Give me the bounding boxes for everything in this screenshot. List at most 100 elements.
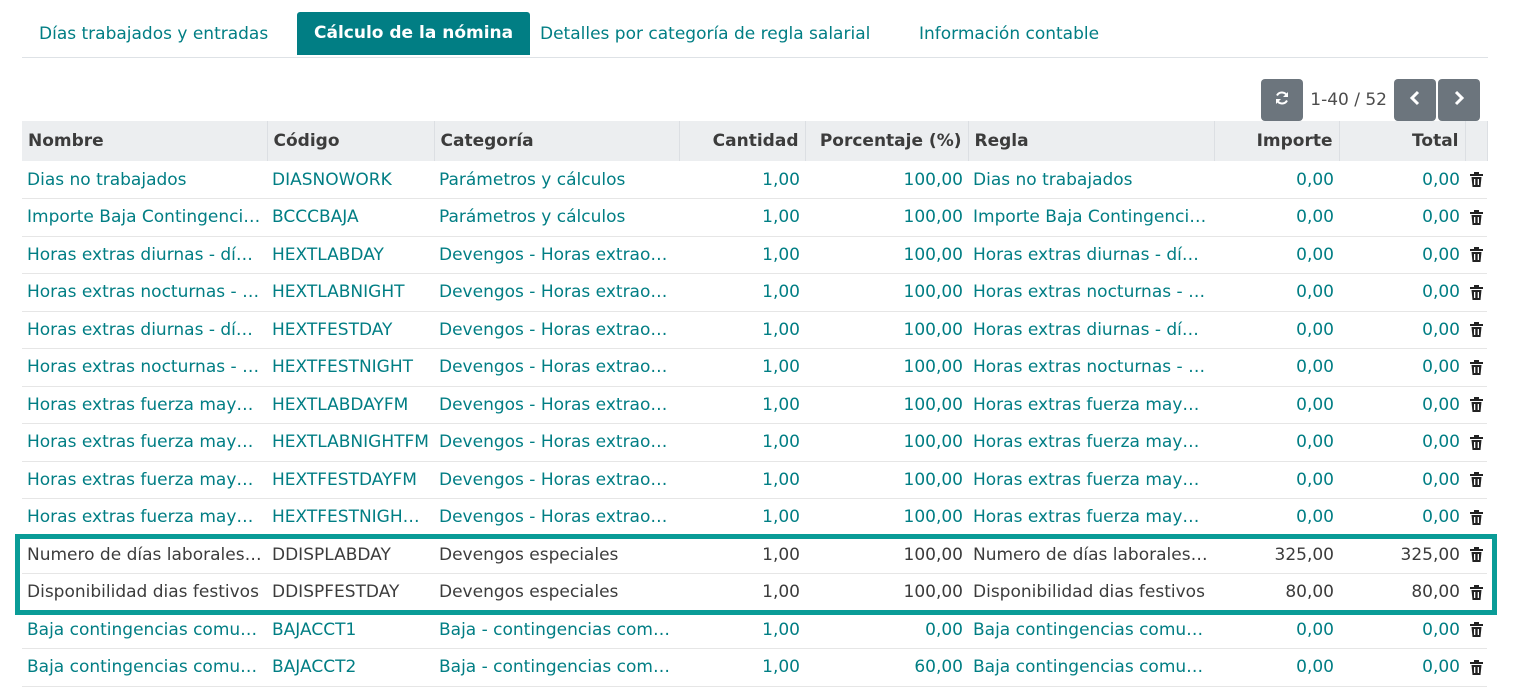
cell-codigo[interactable]: HEXTFESTDAYFM [267,461,434,499]
table-row[interactable]: Importe Baja Contingencias ComunesBCCCBA… [22,198,1487,237]
cell-cantidad[interactable]: 1,00 [679,273,805,312]
cell-importe[interactable]: 80,00 [1214,573,1339,612]
pager-value[interactable]: 1-40 / 52 [1310,90,1387,110]
cell-nombre[interactable]: Horas extras diurnas - días laborales [22,236,267,274]
cell-porcentaje[interactable]: 100,00 [805,536,968,574]
cell-total[interactable]: 0,00 [1339,498,1465,537]
cell-codigo[interactable]: HEXTFESTDAY [267,311,434,349]
cell-codigo[interactable]: DDISPLABDAY [267,536,434,574]
cell-porcentaje[interactable]: 100,00 [805,236,968,274]
cell-cantidad[interactable]: 1,00 [679,161,805,199]
delete-row-button[interactable] [1465,611,1487,649]
table-row[interactable]: Horas extras fuerza mayor nocturnas labo… [22,423,1487,462]
delete-row-button[interactable] [1465,161,1487,199]
column-header-cantidad[interactable]: Cantidad [679,121,806,161]
cell-regla[interactable]: Horas extras fuerza mayor nocturnas fest… [968,498,1214,537]
cell-porcentaje[interactable]: 100,00 [805,461,968,499]
cell-codigo[interactable]: HEXTLABNIGHT [267,273,434,312]
cell-cantidad[interactable]: 1,00 [679,536,805,574]
cell-regla[interactable]: Horas extras diurnas - días festivos [968,311,1214,349]
cell-regla[interactable]: Numero de días laborales disponibles [968,536,1214,574]
cell-categoria[interactable]: Devengos - Horas extraordinarias [434,423,679,462]
cell-regla[interactable]: Horas extras nocturnas - días laborales [968,273,1214,312]
table-row[interactable]: Horas extras fuerza mayor diurnas labora… [22,386,1487,424]
cell-regla[interactable]: Baja contingencias comunes 1 [968,611,1214,649]
delete-row-button[interactable] [1465,648,1487,687]
cell-nombre[interactable]: Importe Baja Contingencias Comunes [22,198,267,237]
column-header-codigo[interactable]: Código [267,121,435,161]
cell-importe[interactable]: 0,00 [1214,273,1339,312]
tab-informacion-contable[interactable]: Información contable [902,12,1116,56]
table-row[interactable]: Horas extras diurnas - días festivosHEXT… [22,311,1487,349]
cell-total[interactable]: 0,00 [1339,461,1465,499]
cell-porcentaje[interactable]: 0,00 [805,611,968,649]
previous-page-button[interactable] [1394,79,1436,121]
cell-importe[interactable]: 0,00 [1214,236,1339,274]
delete-row-button[interactable] [1465,573,1487,612]
cell-categoria[interactable]: Devengos - Horas extraordinarias [434,461,679,499]
cell-porcentaje[interactable]: 100,00 [805,161,968,199]
cell-cantidad[interactable]: 1,00 [679,348,805,387]
column-header-porcentaje[interactable]: Porcentaje (%) [805,121,969,161]
cell-importe[interactable]: 0,00 [1214,198,1339,237]
column-header-regla[interactable]: Regla [968,121,1215,161]
cell-importe[interactable]: 0,00 [1214,311,1339,349]
cell-cantidad[interactable]: 1,00 [679,386,805,424]
cell-porcentaje[interactable]: 100,00 [805,311,968,349]
cell-importe[interactable]: 0,00 [1214,498,1339,537]
cell-cantidad[interactable]: 1,00 [679,611,805,649]
cell-nombre[interactable]: Horas extras nocturnas - días laborales [22,273,267,312]
column-header-importe[interactable]: Importe [1214,121,1340,161]
delete-row-button[interactable] [1465,311,1487,349]
cell-regla[interactable]: Disponibilidad dias festivos [968,573,1214,612]
cell-nombre[interactable]: Disponibilidad dias festivos [22,573,267,612]
cell-importe[interactable]: 0,00 [1214,423,1339,462]
cell-porcentaje[interactable]: 100,00 [805,423,968,462]
cell-regla[interactable]: Importe Baja Contingencias Comunes [968,198,1214,237]
table-row[interactable]: Horas extras fuerza mayor nocturnas fest… [22,498,1487,537]
cell-categoria[interactable]: Devengos especiales [434,573,679,612]
column-header-nombre[interactable]: Nombre [22,121,268,161]
delete-row-button[interactable] [1465,273,1487,312]
table-row[interactable]: Baja contingencias comunes 2 BAJACCT2 Baja… [22,648,1487,687]
cell-total[interactable]: 0,00 [1339,648,1465,687]
cell-codigo[interactable]: HEXTLABNIGHTFM [267,423,434,462]
cell-importe[interactable]: 0,00 [1214,161,1339,199]
cell-cantidad[interactable]: 1,00 [679,648,805,687]
cell-total[interactable]: 0,00 [1339,236,1465,274]
cell-codigo[interactable]: DDISPFESTDAY [267,573,434,612]
cell-total[interactable]: 325,00 [1339,536,1465,574]
cell-nombre[interactable]: Horas extras fuerza mayor diurnas labora… [22,386,267,424]
cell-total[interactable]: 0,00 [1339,311,1465,349]
cell-regla[interactable]: Horas extras diurnas - días laborales [968,236,1214,274]
cell-categoria[interactable]: Devengos - Horas extraordinarias [434,498,679,537]
cell-categoria[interactable]: Devengos - Horas extraordinarias [434,311,679,349]
next-page-button[interactable] [1438,79,1480,121]
cell-cantidad[interactable]: 1,00 [679,423,805,462]
delete-row-button[interactable] [1465,348,1487,387]
cell-porcentaje[interactable]: 100,00 [805,348,968,387]
cell-total[interactable]: 0,00 [1339,273,1465,312]
cell-nombre[interactable]: Horas extras fuerza mayor nocturnas fest… [22,498,267,537]
cell-porcentaje[interactable]: 100,00 [805,273,968,312]
cell-cantidad[interactable]: 1,00 [679,198,805,237]
cell-categoria[interactable]: Devengos - Horas extraordinarias [434,386,679,424]
cell-total[interactable]: 0,00 [1339,611,1465,649]
cell-nombre[interactable]: Horas extras diurnas - días festivos [22,311,267,349]
cell-codigo[interactable]: BCCCBAJA [267,198,434,237]
cell-nombre[interactable]: Baja contingencias comunes 2 [22,648,267,687]
cell-porcentaje[interactable]: 100,00 [805,498,968,537]
delete-row-button[interactable] [1465,423,1487,462]
cell-categoria[interactable]: Parámetros y cálculos [434,161,679,199]
cell-regla[interactable]: Horas extras fuerza mayor diurnas festiv… [968,461,1214,499]
cell-importe[interactable]: 325,00 [1214,536,1339,574]
cell-total[interactable]: 0,00 [1339,161,1465,199]
cell-codigo[interactable]: BAJACCT1 [267,611,434,649]
cell-categoria[interactable]: Devengos - Horas extraordinarias [434,236,679,274]
cell-nombre[interactable]: Horas extras fuerza mayor nocturnas labo… [22,423,267,462]
cell-porcentaje[interactable]: 100,00 [805,198,968,237]
cell-nombre[interactable]: Numero de días laborales disponibles [22,536,267,574]
cell-codigo[interactable]: DIASNOWORK [267,161,434,199]
cell-categoria[interactable]: Baja - contingencias comunes [434,648,679,687]
cell-categoria[interactable]: Baja - contingencias comunes [434,611,679,649]
